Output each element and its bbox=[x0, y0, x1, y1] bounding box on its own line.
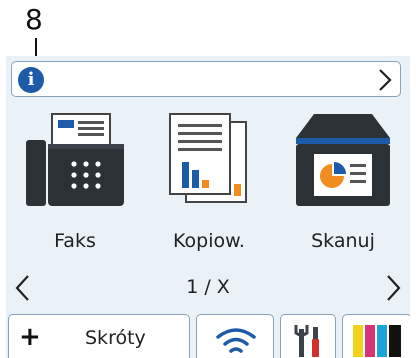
settings-tab[interactable] bbox=[280, 314, 336, 358]
chevron-right-icon[interactable] bbox=[386, 274, 402, 302]
tools-icon bbox=[294, 325, 319, 357]
info-bar[interactable]: i bbox=[11, 61, 401, 97]
toner-tab[interactable] bbox=[342, 314, 410, 358]
app-fax[interactable]: Faks bbox=[20, 112, 130, 262]
app-scan[interactable]: Skanuj bbox=[288, 112, 398, 262]
callout-number: 8 bbox=[25, 3, 43, 36]
chevron-left-icon[interactable] bbox=[14, 274, 30, 302]
copy-icon bbox=[169, 113, 247, 203]
touchscreen: i Faks Kopiow. Skanuj 1 / X + Skróty bbox=[6, 56, 410, 358]
info-icon: i bbox=[18, 67, 44, 93]
app-label: Faks bbox=[54, 230, 96, 252]
wifi-icon bbox=[216, 328, 256, 353]
toner-icon bbox=[353, 325, 401, 357]
pager: 1 / X bbox=[6, 268, 410, 308]
app-copy[interactable]: Kopiow. bbox=[154, 112, 264, 262]
scan-icon bbox=[296, 114, 390, 206]
shortcuts-tab[interactable]: + Skróty bbox=[8, 314, 190, 358]
app-label: Skanuj bbox=[311, 230, 375, 252]
chevron-right-icon bbox=[379, 69, 392, 91]
shortcuts-label: Skróty bbox=[85, 327, 146, 349]
fax-icon bbox=[26, 113, 124, 206]
app-label: Kopiow. bbox=[173, 230, 245, 252]
plus-icon: + bbox=[19, 322, 41, 352]
wifi-tab[interactable] bbox=[196, 314, 274, 358]
page-indicator: 1 / X bbox=[186, 276, 230, 298]
